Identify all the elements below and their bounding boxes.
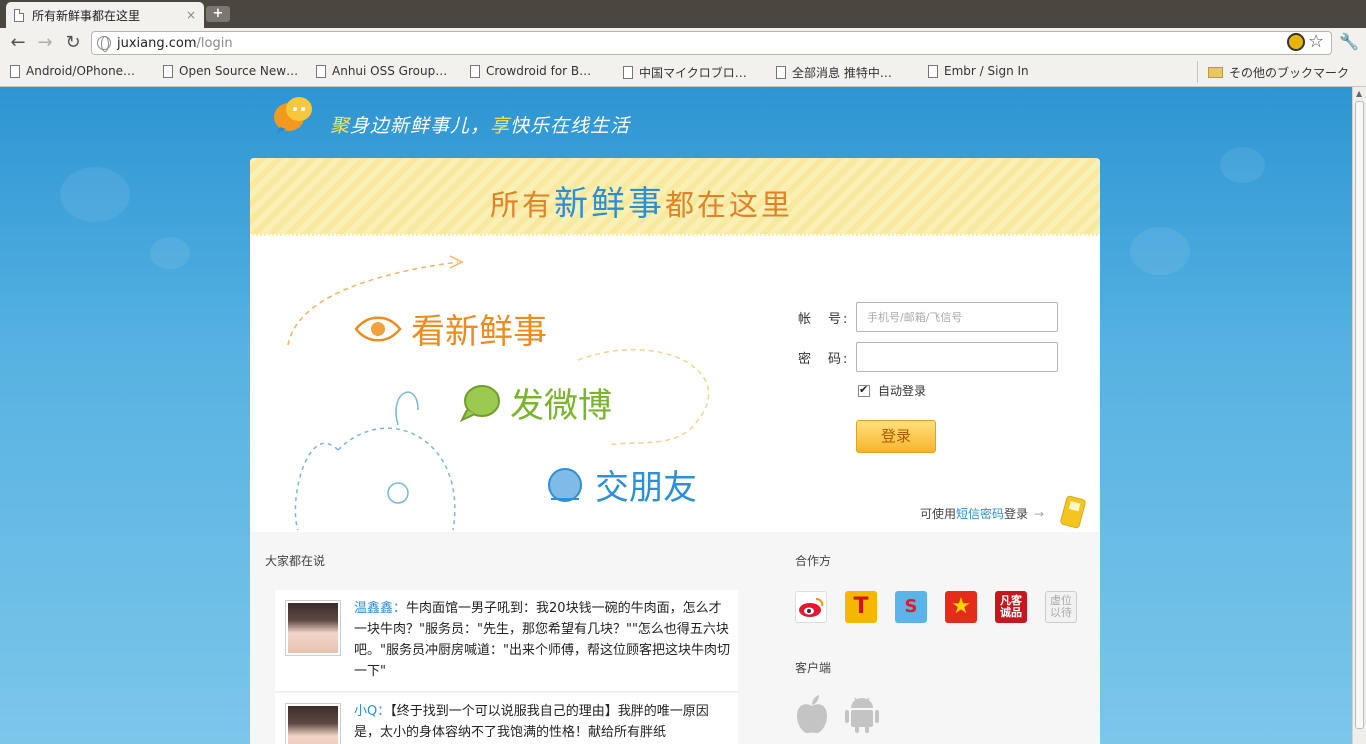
folder-icon: [1208, 67, 1223, 78]
account-row: 帐 号:: [798, 302, 1058, 332]
page-content: 聚身边新鲜事儿，享快乐在线生活 所有新鲜事都在这里 看新鲜事 发微博 交朋友 帐…: [0, 87, 1352, 744]
feature-see-news: 看新鲜事: [353, 304, 547, 353]
password-row: 密 码:: [798, 342, 1058, 372]
account-label: 帐 号:: [798, 311, 850, 327]
globe-icon: [97, 36, 111, 52]
login-card: 所有新鲜事都在这里 看新鲜事 发微博 交朋友 帐 号: 手机号/邮箱/飞信号 密…: [250, 158, 1100, 744]
eye-icon: [354, 316, 402, 341]
apple-icon[interactable]: [795, 694, 829, 734]
t-icon[interactable]: T: [845, 591, 877, 623]
address-bar[interactable]: juxiang.com/login: [91, 31, 1332, 55]
password-input[interactable]: [856, 342, 1058, 372]
login-form: 帐 号: 密 码: 自动登录 登录 可使用短信密码登录→: [770, 258, 1100, 530]
tab-title: 所有新鲜事都在这里: [32, 8, 141, 23]
browser-tab[interactable]: 所有新鲜事都在这里 ×: [6, 2, 204, 28]
background-decoration: [1220, 147, 1265, 183]
android-icon[interactable]: [845, 694, 879, 734]
bookmark-item[interactable]: Crowdroid for B…: [470, 64, 591, 78]
banner: 所有新鲜事都在这里: [250, 158, 1100, 236]
scrollbar-thumb[interactable]: [1355, 101, 1364, 729]
feed-heading: 大家都在说: [265, 554, 326, 568]
password-label: 密 码:: [798, 351, 850, 367]
feed-text: 温鑫鑫：牛肉面馆一男子吼到：我20块钱一碗的牛肉面，怎么才一块牛肉？"服务员："…: [354, 601, 730, 679]
url-text: juxiang.com/login: [117, 36, 233, 51]
feed-item[interactable]: 温鑫鑫：牛肉面馆一男子吼到：我20块钱一碗的牛肉面，怎么才一块牛肉？"服务员："…: [275, 590, 738, 692]
vertical-scrollbar[interactable]: ▲: [1352, 87, 1366, 744]
avatar[interactable]: [285, 703, 341, 744]
bookmark-item[interactable]: 中国マイクロブロ…: [623, 64, 747, 81]
friends-icon: [548, 467, 582, 502]
bookmark-item[interactable]: Embr / Sign In: [928, 64, 1029, 78]
feature-make-friends: 交朋友: [543, 460, 697, 509]
account-input[interactable]: [856, 302, 1058, 332]
page-icon: [470, 64, 480, 78]
site-slogan: 聚身边新鲜事儿，享快乐在线生活: [330, 115, 631, 137]
vancl-icon[interactable]: 凡客诚品: [995, 591, 1027, 623]
page-icon: [776, 66, 786, 79]
close-tab-button[interactable]: ×: [186, 8, 196, 22]
background-decoration: [1130, 227, 1190, 275]
bookmark-item[interactable]: Open Source New…: [163, 64, 298, 78]
reload-icon[interactable]: ↻: [63, 33, 83, 53]
feed-text: 小Q：【终于找到一个可以说服我自己的理由】我胖的唯一原因是，太小的身体容纳不了我…: [354, 704, 709, 740]
banner-title: 所有新鲜事都在这里: [490, 184, 794, 224]
remember-me[interactable]: 自动登录: [858, 382, 926, 399]
sms-password-link[interactable]: 短信密码: [956, 505, 1004, 522]
feed-author[interactable]: 温鑫鑫: [354, 601, 393, 616]
arrow-icon: →: [1034, 506, 1045, 521]
wrench-icon[interactable]: 🔧: [1339, 32, 1359, 51]
star-icon[interactable]: ★: [945, 591, 977, 623]
back-icon[interactable]: ←: [8, 33, 28, 53]
extension-icon[interactable]: [1287, 33, 1305, 51]
bookmarks-bar: Android/OPhone… Open Source New… Anhui O…: [0, 58, 1366, 87]
background-decoration: [150, 237, 190, 269]
bookmark-item[interactable]: Android/OPhone…: [10, 64, 135, 78]
login-button[interactable]: 登录: [856, 420, 936, 453]
bookmark-item[interactable]: Anhui OSS Group…: [316, 64, 447, 78]
new-tab-button[interactable]: +: [206, 6, 230, 22]
speech-bubble-icon: [460, 384, 500, 422]
feed-item[interactable]: 小Q：【终于找到一个可以说服我自己的理由】我胖的唯一原因是，太小的身体容纳不了我…: [275, 693, 738, 744]
browser-toolbar: ← → ↻ juxiang.com/login ☆ 🔧: [0, 28, 1366, 58]
sms-login-hint: 可使用 短信密码 登录 →: [920, 505, 1045, 522]
clients-heading: 客户端: [795, 661, 832, 675]
sohu-icon[interactable]: S: [895, 591, 927, 623]
scroll-up-icon[interactable]: ▲: [1356, 89, 1362, 98]
feature-post-weibo: 发微博: [460, 378, 612, 427]
page-icon: [14, 8, 24, 22]
page-icon: [10, 64, 20, 78]
bookmark-star-icon[interactable]: ☆: [1308, 31, 1324, 52]
weibo-icon[interactable]: [795, 591, 827, 623]
page-icon: [623, 66, 633, 79]
page-icon: [316, 64, 326, 78]
forward-icon[interactable]: →: [35, 33, 55, 53]
partners-heading: 合作方: [795, 554, 832, 568]
feed-author[interactable]: 小Q: [354, 704, 377, 719]
other-bookmarks-folder[interactable]: その他のブックマーク: [1208, 64, 1349, 81]
browser-titlebar: 所有新鲜事都在这里 × +: [0, 0, 1366, 28]
bookmark-separator: [1197, 61, 1198, 83]
page-icon: [928, 64, 938, 78]
bookmark-item[interactable]: 全部消息 推特中…: [776, 64, 892, 81]
remember-checkbox[interactable]: [858, 383, 870, 397]
page-icon: [163, 64, 173, 78]
remember-label: 自动登录: [878, 384, 927, 398]
phone-icon[interactable]: [1059, 494, 1087, 530]
feature-illustration: 看新鲜事 发微博 交朋友: [278, 250, 768, 532]
avatar[interactable]: [285, 600, 341, 656]
background-decoration: [60, 167, 130, 222]
lower-section: 大家都在说 温鑫鑫：牛肉面馆一男子吼到：我20块钱一碗的牛肉面，怎么才一块牛肉？…: [250, 532, 1100, 744]
juxiang-logo[interactable]: [272, 95, 316, 135]
placeholder-icon[interactable]: 虚位以待: [1045, 591, 1077, 623]
